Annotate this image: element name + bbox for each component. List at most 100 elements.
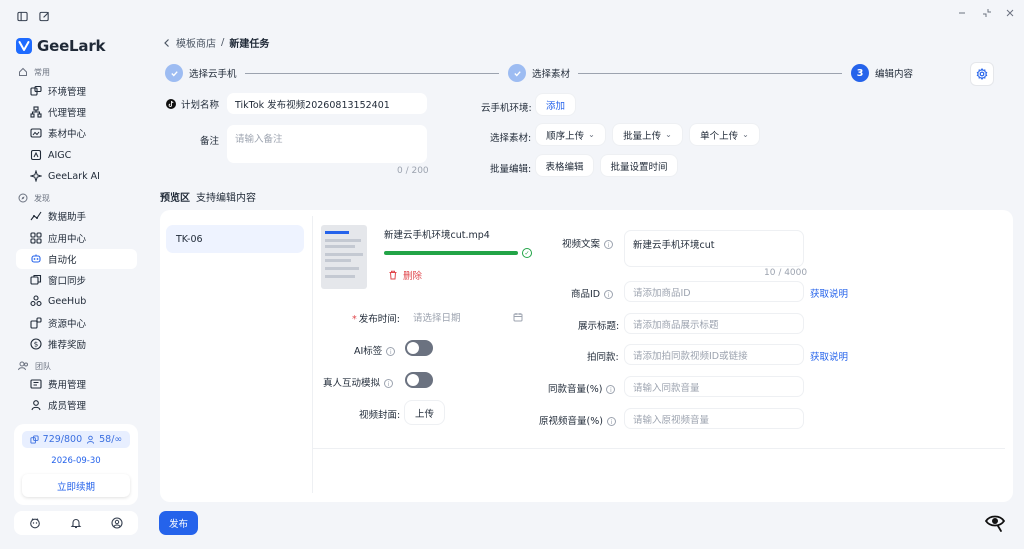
edit-icon[interactable]	[38, 10, 50, 22]
settings-button[interactable]	[970, 62, 994, 86]
sidebar-item-billing[interactable]: 费用管理	[16, 374, 137, 394]
home-icon	[19, 67, 27, 76]
display-title-label: 展示标题:	[578, 321, 620, 332]
table-edit-button[interactable]: 表格编辑	[536, 155, 593, 176]
sidebar-item-members[interactable]: 成员管理	[16, 395, 137, 415]
restore-icon[interactable]	[980, 7, 994, 19]
video-thumbnail[interactable]	[321, 225, 367, 289]
sidebar-item-label: AIGC	[48, 149, 72, 161]
info-icon[interactable]: i	[604, 240, 614, 249]
product-id-help-link[interactable]: 获取说明	[810, 286, 848, 300]
delete-button[interactable]: 删除	[388, 268, 422, 282]
same-volume-input[interactable]: 请输入同款音量	[624, 376, 804, 397]
support-icon[interactable]	[29, 517, 41, 529]
app-logo: GeeLark	[16, 37, 106, 55]
sidebar-item-profile-manage[interactable]: 环境管理	[16, 81, 137, 101]
same-style-input[interactable]: 请添加拍同款视频ID或链接	[624, 344, 804, 365]
chevron-down-icon: ⌄	[588, 130, 595, 139]
upload-complete-icon: ✓	[522, 248, 532, 258]
assistant-eye-icon[interactable]	[983, 511, 1007, 535]
remark-textarea[interactable]: 请输入备注	[227, 125, 427, 163]
aigc-icon	[30, 149, 42, 161]
caption-counter: 10 / 4000	[764, 268, 808, 278]
step-number: 3	[851, 64, 869, 82]
sidebar-item-app-center[interactable]: 应用中心	[16, 228, 137, 248]
minimize-icon[interactable]	[955, 7, 969, 19]
sidebar-item-referral[interactable]: $ 推荐奖励	[16, 334, 137, 354]
back-chevron-icon[interactable]	[163, 38, 171, 48]
team-icon	[18, 361, 28, 371]
trash-icon	[389, 270, 397, 280]
cloud-env-label: 云手机环境:	[481, 103, 532, 114]
info-icon[interactable]: i	[386, 347, 396, 356]
step-label: 选择云手机	[189, 69, 237, 80]
svg-text:$: $	[34, 341, 38, 349]
same-style-help-link[interactable]: 获取说明	[810, 349, 848, 363]
quota-usage: 729/800 58/∞	[22, 431, 130, 448]
breadcrumb-parent[interactable]: 模板商店	[176, 35, 216, 50]
expiry-date: 2026-09-30	[51, 456, 101, 466]
sidebar-item-label: 素材中心	[48, 129, 87, 140]
plan-name-input[interactable]: TikTok 发布视频20260813152401	[227, 93, 427, 114]
publish-button[interactable]: 发布	[159, 511, 198, 535]
member-icon	[31, 400, 41, 411]
single-upload-dropdown[interactable]: 单个上传 ⌄	[690, 124, 759, 145]
chevron-down-icon: ⌄	[665, 130, 672, 139]
upload-progress-fill	[384, 251, 518, 255]
proxy-icon	[30, 106, 42, 118]
publish-time-picker[interactable]: 请选择日期	[405, 306, 531, 327]
step-connector	[578, 73, 842, 74]
device-tab[interactable]: TK-06	[166, 225, 304, 253]
referral-reward-icon: $	[30, 338, 42, 350]
close-icon[interactable]	[1003, 7, 1017, 19]
remark-counter: 0 / 200	[397, 166, 429, 176]
bell-icon[interactable]	[70, 517, 82, 529]
sidebar-item-geehub[interactable]: GeeHub	[16, 291, 137, 311]
sidebar-item-label: 推荐奖励	[48, 340, 87, 351]
real-interaction-label: 真人互动模拟 i	[323, 375, 394, 389]
batch-upload-dropdown[interactable]: 批量上传 ⌄	[613, 124, 682, 145]
sidebar-item-resource-center[interactable]: 资源中心	[16, 313, 137, 333]
info-icon[interactable]: i	[606, 385, 616, 394]
publish-time-label: * 发布时间:	[352, 314, 400, 325]
sidebar-item-data-assistant[interactable]: 数据助手	[16, 206, 137, 226]
sidebar-item-automation[interactable]: 自动化	[16, 249, 137, 269]
sidebar-item-media-center[interactable]: 素材中心	[16, 123, 137, 143]
info-icon[interactable]: i	[604, 290, 614, 299]
step-label: 选择素材	[532, 69, 571, 80]
caption-label: 视频文案 i	[562, 236, 614, 250]
step-edit-content: 3 编辑内容	[851, 64, 913, 82]
sidebar-item-aigc[interactable]: AIGC	[16, 145, 137, 165]
sidebar-item-label: 资源中心	[48, 319, 87, 330]
add-env-button[interactable]: 添加	[536, 94, 575, 115]
sidebar-item-label: 环境管理	[48, 87, 87, 98]
info-icon[interactable]: i	[384, 379, 394, 388]
step-label: 编辑内容	[875, 69, 914, 80]
select-material-label: 选择素材:	[490, 133, 532, 144]
renew-button[interactable]: 立即续期	[22, 474, 130, 497]
media-center-icon	[30, 128, 42, 138]
info-icon[interactable]: i	[606, 417, 616, 426]
display-title-input[interactable]: 请添加商品展示标题	[624, 313, 804, 334]
sequential-upload-dropdown[interactable]: 顺序上传 ⌄	[536, 124, 605, 145]
sidebar-item-label: GeeHub	[48, 295, 87, 307]
ai-icon	[30, 170, 42, 182]
cover-upload-button[interactable]: 上传	[405, 401, 444, 424]
preview-heading: 预览区 支持编辑内容	[160, 193, 256, 204]
sidebar-item-label: 窗口同步	[48, 276, 87, 287]
orig-volume-input[interactable]: 请输入原视频音量	[624, 408, 804, 429]
sidebar-item-geelark-ai[interactable]: GeeLark AI	[16, 166, 137, 186]
ai-label-toggle[interactable]	[405, 340, 433, 356]
sidebar-item-proxy[interactable]: 代理管理	[16, 102, 137, 122]
product-id-input[interactable]: 请添加商品ID	[624, 281, 804, 302]
compass-icon	[18, 193, 28, 203]
caption-textarea[interactable]: 新建云手机环境cut	[624, 230, 804, 267]
sidebar-item-label: 成员管理	[48, 401, 87, 412]
batch-set-time-button[interactable]: 批量设置时间	[601, 155, 677, 176]
real-interaction-toggle[interactable]	[405, 372, 433, 388]
sidebar-toggle-icon[interactable]	[16, 10, 28, 22]
divider	[313, 448, 1005, 449]
sidebar-item-window-sync[interactable]: 窗口同步	[16, 270, 137, 290]
user-icon[interactable]	[111, 517, 123, 529]
section-discover: 发现	[18, 192, 50, 204]
